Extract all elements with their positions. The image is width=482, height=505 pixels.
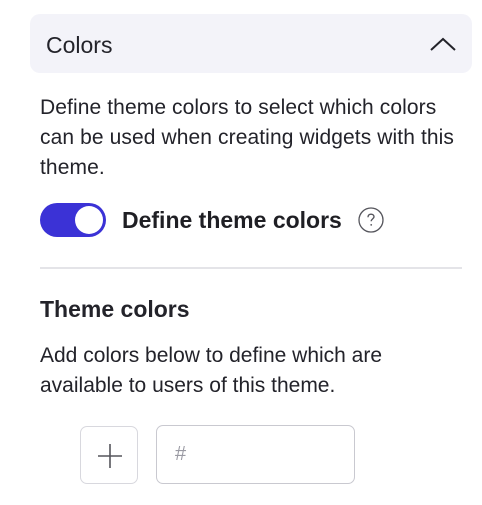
theme-colors-title: Theme colors: [40, 296, 190, 322]
section-description: Define theme colors to select which colo…: [40, 96, 455, 179]
define-theme-colors-row: Define theme colors: [40, 203, 384, 237]
toggle-knob: [75, 206, 103, 234]
question-circle-icon[interactable]: [358, 207, 384, 233]
define-theme-colors-toggle[interactable]: [40, 203, 106, 237]
chevron-up-icon[interactable]: [428, 34, 458, 54]
toggle-label: Define theme colors: [122, 206, 342, 233]
plus-icon: [98, 444, 122, 468]
hex-color-input[interactable]: [156, 425, 355, 484]
colors-section-header[interactable]: Colors: [30, 14, 472, 73]
divider: [40, 267, 462, 269]
theme-colors-description: Add colors below to define which are ava…: [40, 344, 383, 397]
add-color-button[interactable]: [80, 426, 138, 484]
section-title: Colors: [46, 32, 113, 58]
